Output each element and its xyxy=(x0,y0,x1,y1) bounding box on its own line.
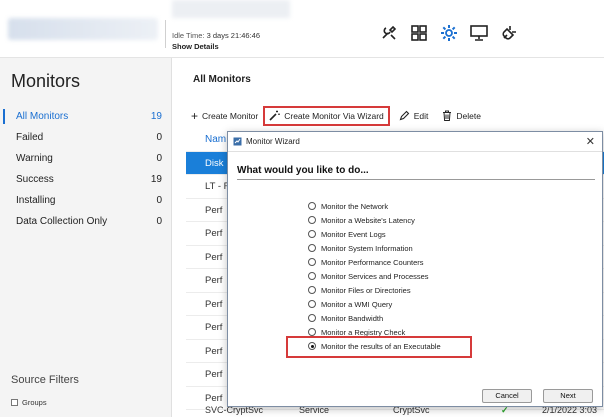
option-label: Monitor a Website's Latency xyxy=(321,215,415,225)
wizard-app-icon xyxy=(233,137,242,146)
option-monitor-performance-counters[interactable]: Monitor Performance Counters xyxy=(308,255,441,269)
monitor-status-list: All Monitors 19 Failed 0 Warning 0 Succe… xyxy=(0,106,172,232)
filter-groups-label: Groups xyxy=(22,398,47,407)
radio-button[interactable] xyxy=(308,202,316,210)
sidebar-item-label: Warning xyxy=(16,153,53,164)
cancel-button[interactable]: Cancel xyxy=(482,389,532,403)
sidebar-item-all-monitors[interactable]: All Monitors 19 xyxy=(0,106,172,127)
delete-label: Delete xyxy=(456,111,481,121)
sidebar-item-count: 0 xyxy=(156,132,162,143)
radio-button[interactable] xyxy=(308,244,316,252)
sidebar-item-label: Success xyxy=(16,174,54,185)
monitor-display-icon[interactable] xyxy=(468,22,490,44)
sidebar-item-warning[interactable]: Warning 0 xyxy=(0,148,172,169)
top-header: Idle Time: 3 days 21:46:46 Show Details xyxy=(0,0,604,58)
option-label: Monitor a WMI Query xyxy=(321,299,393,309)
option-monitor-system-information[interactable]: Monitor System Information xyxy=(308,241,441,255)
monitor-toolbar: + Create Monitor Create Monitor Via Wiza… xyxy=(186,106,486,126)
option-label: Monitor the Network xyxy=(321,201,389,211)
tools-icon[interactable] xyxy=(378,22,400,44)
magic-wand-icon xyxy=(269,110,281,123)
sidebar-item-installing[interactable]: Installing 0 xyxy=(0,190,172,211)
option-monitor-network[interactable]: Monitor the Network xyxy=(308,199,441,213)
plug-icon[interactable] xyxy=(498,22,520,44)
create-monitor-label: Create Monitor xyxy=(202,111,259,121)
show-details-link[interactable]: Show Details xyxy=(172,42,219,51)
radio-button[interactable] xyxy=(308,328,316,336)
monitor-type-options: Monitor the Network Monitor a Website's … xyxy=(308,199,441,353)
source-filters-heading: Source Filters xyxy=(11,374,79,386)
next-button[interactable]: Next xyxy=(543,389,593,403)
header-toolbar xyxy=(378,22,520,44)
workstation-name xyxy=(172,0,290,18)
header-divider xyxy=(165,20,166,48)
monitor-wizard-dialog: Monitor Wizard ✕ What would you like to … xyxy=(227,131,603,407)
sidebar-item-data-collection-only[interactable]: Data Collection Only 0 xyxy=(0,211,172,232)
plus-icon: + xyxy=(191,109,199,123)
create-monitor-via-wizard-label: Create Monitor Via Wizard xyxy=(284,111,384,121)
radio-button[interactable] xyxy=(308,230,316,238)
sidebar-item-success[interactable]: Success 19 xyxy=(0,169,172,190)
option-monitor-bandwidth[interactable]: Monitor Bandwidth xyxy=(308,311,441,325)
sidebar-item-label: All Monitors xyxy=(16,111,69,122)
delete-button[interactable]: Delete xyxy=(437,106,486,126)
edit-button[interactable]: Edit xyxy=(394,106,434,126)
radio-button[interactable] xyxy=(308,314,316,322)
filter-groups[interactable]: Groups xyxy=(11,398,47,407)
idle-time: Idle Time: 3 days 21:46:46 xyxy=(172,31,260,40)
close-icon[interactable]: ✕ xyxy=(586,135,595,148)
radio-button[interactable] xyxy=(308,286,316,294)
option-label: Monitor Services and Processes xyxy=(321,271,429,281)
idle-time-label: Idle Time: xyxy=(172,31,205,40)
sidebar-item-count: 0 xyxy=(156,216,162,227)
product-logo xyxy=(8,18,158,40)
idle-time-value: 3 days 21:46:46 xyxy=(206,31,260,40)
option-label: Monitor Performance Counters xyxy=(321,257,424,267)
option-label: Monitor System Information xyxy=(321,243,413,253)
option-label: Monitor Event Logs xyxy=(321,229,386,239)
sidebar-item-count: 19 xyxy=(150,174,162,185)
radio-button[interactable] xyxy=(308,216,316,224)
option-monitor-wmi-query[interactable]: Monitor a WMI Query xyxy=(308,297,441,311)
sidebar-item-label: Data Collection Only xyxy=(16,216,108,227)
sidebar-title: Monitors xyxy=(11,71,81,91)
dialog-title: Monitor Wizard xyxy=(246,137,300,146)
option-monitor-event-logs[interactable]: Monitor Event Logs xyxy=(308,227,441,241)
radio-button[interactable] xyxy=(308,258,316,266)
divider xyxy=(237,179,595,180)
option-monitor-website-latency[interactable]: Monitor a Website's Latency xyxy=(308,213,441,227)
option-label: Monitor Bandwidth xyxy=(321,313,384,323)
sidebar-item-label: Installing xyxy=(16,195,56,206)
option-label: Monitor Files or Directories xyxy=(321,285,411,295)
radio-button[interactable] xyxy=(308,272,316,280)
wizard-question: What would you like to do... xyxy=(237,165,369,176)
option-monitor-files-directories[interactable]: Monitor Files or Directories xyxy=(308,283,441,297)
sidebar: Monitors All Monitors 19 Failed 0 Warnin… xyxy=(0,58,172,417)
create-monitor-button[interactable]: + Create Monitor xyxy=(186,106,263,126)
groups-checkbox[interactable] xyxy=(11,399,18,406)
edit-label: Edit xyxy=(413,111,429,121)
sidebar-item-label: Failed xyxy=(16,132,44,143)
selection-highlight-box xyxy=(286,336,472,358)
dashboard-icon[interactable] xyxy=(408,22,430,44)
sidebar-item-count: 0 xyxy=(156,153,162,164)
pencil-icon xyxy=(399,110,410,123)
dialog-titlebar: Monitor Wizard xyxy=(228,132,602,152)
radio-button[interactable] xyxy=(308,300,316,308)
sidebar-item-count: 19 xyxy=(150,111,162,122)
page-title: All Monitors xyxy=(193,74,251,85)
option-monitor-services-processes[interactable]: Monitor Services and Processes xyxy=(308,269,441,283)
trash-icon xyxy=(442,110,452,123)
create-monitor-via-wizard-button[interactable]: Create Monitor Via Wizard xyxy=(263,106,390,126)
sidebar-item-count: 0 xyxy=(156,195,162,206)
sidebar-item-failed[interactable]: Failed 0 xyxy=(0,127,172,148)
settings-gear-icon[interactable] xyxy=(438,22,460,44)
